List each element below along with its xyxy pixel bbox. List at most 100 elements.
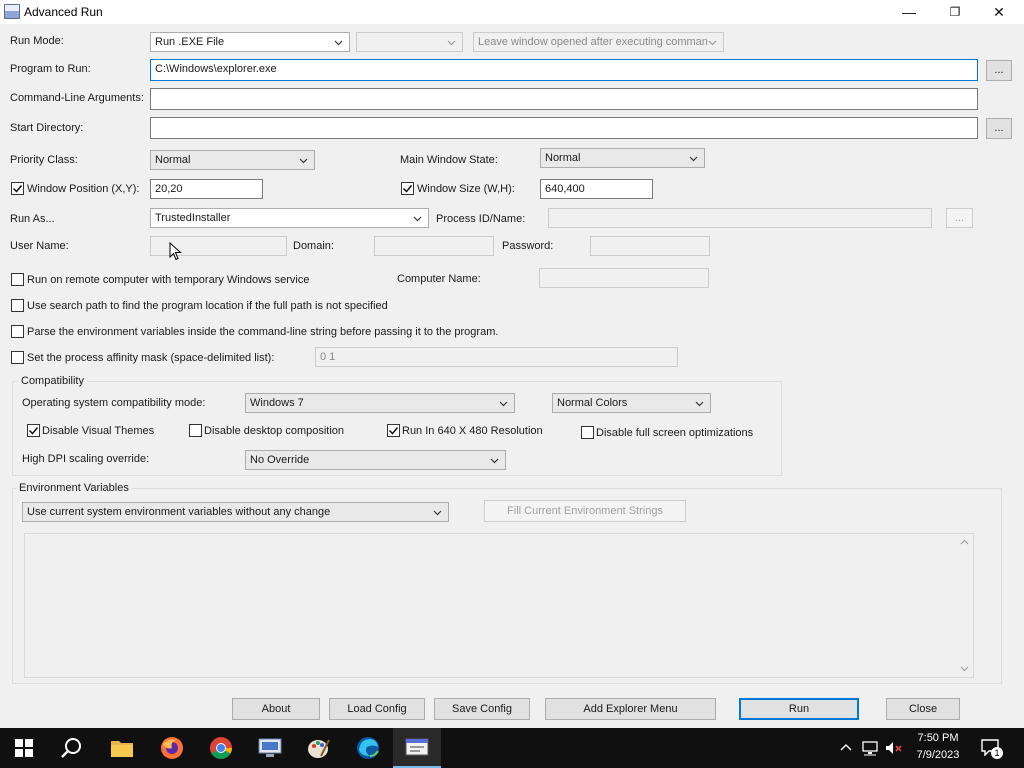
after-execute-select[interactable]: Leave window opened after executing comm… (473, 32, 724, 52)
dpi-label: High DPI scaling override: (22, 453, 150, 465)
window-position-label: Window Position (X,Y): (27, 183, 140, 195)
chevron-down-icon (695, 401, 704, 407)
affinity-checkbox[interactable] (11, 351, 24, 364)
run-as-select[interactable]: TrustedInstaller (150, 208, 429, 228)
compatibility-title: Compatibility (18, 375, 87, 387)
start-dir-label: Start Directory: (10, 122, 84, 134)
affinity-input[interactable]: 0 1 (315, 347, 678, 367)
window-size-label: Window Size (W,H): (417, 183, 515, 195)
file-explorer-icon[interactable] (98, 728, 146, 768)
notifications-icon[interactable]: 1 (980, 738, 1003, 759)
close-window-button[interactable]: ✕ (976, 0, 1022, 24)
os-mode-select[interactable]: Windows 7 (245, 393, 515, 413)
remote-desktop-icon[interactable] (246, 728, 294, 768)
clock-date[interactable]: 7/9/2023 (908, 749, 968, 761)
main-state-select[interactable]: Normal (540, 148, 705, 168)
run-640-label: Run In 640 X 480 Resolution (402, 425, 543, 437)
run-640-checkbox[interactable] (387, 424, 400, 437)
os-mode-label: Operating system compatibility mode: (22, 397, 206, 409)
mouse-cursor-icon (169, 242, 182, 261)
env-scrollbar[interactable] (956, 534, 973, 677)
checkmark-icon (28, 427, 39, 435)
maximize-button[interactable]: ❐ (932, 0, 978, 24)
computer-name-input[interactable] (539, 268, 709, 288)
window-position-checkbox[interactable] (11, 182, 24, 195)
run-mode-select[interactable]: Run .EXE File (150, 32, 350, 52)
save-config-button[interactable]: Save Config (434, 698, 530, 720)
minimize-button[interactable]: — (886, 0, 932, 24)
env-text-area[interactable] (24, 533, 974, 678)
clock-time[interactable]: 7:50 PM (908, 732, 968, 744)
chevron-down-icon (299, 158, 308, 164)
run-mode-value: Run .EXE File (155, 36, 225, 48)
chevron-down-icon (447, 40, 456, 46)
close-button[interactable]: Close (886, 698, 960, 720)
volume-muted-icon[interactable] (885, 740, 903, 756)
domain-input[interactable] (374, 236, 494, 256)
chevron-down-icon (689, 156, 698, 162)
firefox-icon[interactable] (148, 728, 196, 768)
advanced-run-icon[interactable] (393, 728, 441, 768)
process-id-label: Process ID/Name: (436, 213, 526, 225)
remote-label: Run on remote computer with temporary Wi… (27, 274, 310, 286)
priority-select[interactable]: Normal (150, 150, 315, 170)
checkmark-icon (388, 427, 399, 435)
process-id-input[interactable] (548, 208, 932, 228)
paint-icon[interactable] (295, 728, 343, 768)
chevron-down-icon (413, 216, 422, 222)
chevron-up-icon[interactable] (840, 742, 852, 754)
fill-env-button[interactable]: Fill Current Environment Strings (484, 500, 686, 522)
user-name-label: User Name: (10, 240, 69, 252)
disable-desktop-label: Disable desktop composition (204, 425, 345, 437)
window-size-checkbox[interactable] (401, 182, 414, 195)
priority-label: Priority Class: (10, 154, 78, 166)
about-button[interactable]: About (232, 698, 320, 720)
parse-env-label: Parse the environment variables inside t… (27, 326, 499, 338)
run-mode-secondary-select[interactable] (356, 32, 463, 52)
disable-fullscreen-label: Disable full screen optimizations (596, 427, 754, 439)
chrome-icon[interactable] (197, 728, 245, 768)
program-input[interactable]: C:\Windows\explorer.exe (150, 59, 978, 81)
env-mode-select[interactable]: Use current system environment variables… (22, 502, 449, 522)
run-button[interactable]: Run (739, 698, 859, 720)
disable-themes-label: Disable Visual Themes (42, 425, 155, 437)
dpi-select[interactable]: No Override (245, 450, 506, 470)
checkmark-icon (402, 185, 413, 193)
add-explorer-menu-button[interactable]: Add Explorer Menu (545, 698, 716, 720)
password-input[interactable] (590, 236, 710, 256)
app-icon (4, 4, 20, 19)
remote-checkbox[interactable] (11, 273, 24, 286)
scroll-up-icon[interactable] (960, 538, 969, 547)
title-bar: Advanced Run — ❐ ✕ (0, 0, 1024, 24)
edge-icon[interactable] (344, 728, 392, 768)
window-position-input[interactable]: 20,20 (150, 179, 263, 199)
chevron-down-icon (433, 510, 442, 516)
network-icon[interactable] (862, 740, 880, 756)
chevron-down-icon (708, 40, 717, 46)
disable-themes-checkbox[interactable] (27, 424, 40, 437)
search-path-label: Use search path to find the program loca… (27, 300, 388, 312)
search-icon[interactable] (48, 728, 96, 768)
load-config-button[interactable]: Load Config (329, 698, 425, 720)
args-input[interactable] (150, 88, 978, 110)
password-label: Password: (502, 240, 554, 252)
scroll-down-icon[interactable] (960, 664, 969, 673)
disable-desktop-checkbox[interactable] (189, 424, 202, 437)
parse-env-checkbox[interactable] (11, 325, 24, 338)
window-size-input[interactable]: 640,400 (540, 179, 653, 199)
start-dir-browse-button[interactable]: ... (986, 118, 1012, 139)
args-label: Command-Line Arguments: (10, 92, 144, 104)
windows-start-icon[interactable] (0, 728, 48, 768)
run-mode-label: Run Mode: (10, 35, 64, 47)
program-browse-button[interactable]: ... (986, 60, 1012, 81)
domain-label: Domain: (293, 240, 334, 252)
program-label: Program to Run: (10, 63, 91, 75)
search-path-checkbox[interactable] (11, 299, 24, 312)
environment-title: Environment Variables (16, 482, 132, 494)
disable-fullscreen-checkbox[interactable] (581, 426, 594, 439)
process-id-browse-button[interactable]: ... (946, 208, 973, 228)
colors-select[interactable]: Normal Colors (552, 393, 711, 413)
start-dir-input[interactable] (150, 117, 978, 139)
run-as-label: Run As... (10, 213, 55, 225)
computer-name-label: Computer Name: (397, 273, 481, 285)
